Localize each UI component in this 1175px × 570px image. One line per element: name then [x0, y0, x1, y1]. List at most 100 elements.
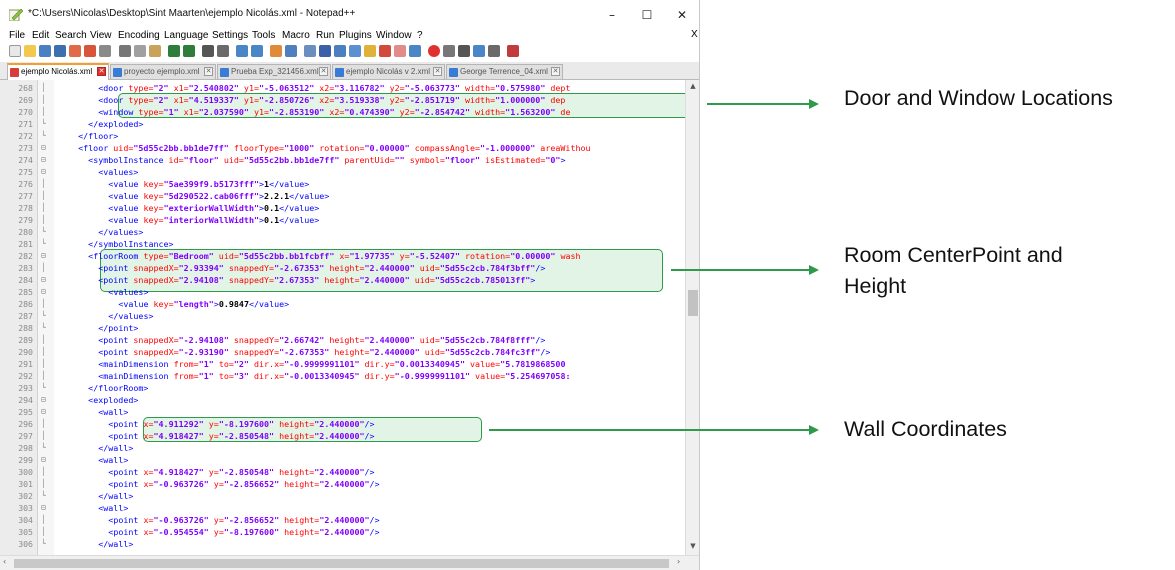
horizontal-scrollbar[interactable]: ‹ ›: [0, 555, 699, 570]
fold-marker[interactable]: │: [41, 262, 46, 274]
monitoring-icon[interactable]: [409, 45, 421, 57]
code-line[interactable]: <point x="4.918427" y="-2.850548" height…: [108, 466, 374, 478]
menu-language[interactable]: Language: [164, 30, 209, 41]
menu-edit[interactable]: Edit: [32, 30, 49, 41]
code-line[interactable]: <door type="2" x1="4.519337" y1="-2.8507…: [98, 94, 565, 106]
replace-icon[interactable]: [217, 45, 229, 57]
fold-marker[interactable]: │: [41, 526, 46, 538]
scroll-down-icon[interactable]: ▼: [686, 542, 699, 550]
menu-search[interactable]: Search: [55, 30, 87, 41]
code-line[interactable]: <floorRoom type="Bedroom" uid="5d55c2bb.…: [88, 250, 580, 262]
close-tab-icon[interactable]: ✕: [433, 67, 442, 76]
fold-marker[interactable]: └: [41, 130, 46, 142]
close-tab-icon[interactable]: ✕: [204, 67, 213, 76]
code-line[interactable]: <window type="1" x1="2.037590" y1="-2.85…: [98, 106, 570, 118]
fold-marker[interactable]: └: [41, 238, 46, 250]
fold-marker[interactable]: ⊟: [41, 142, 46, 154]
code-line[interactable]: </floor>: [78, 130, 118, 142]
fold-marker[interactable]: └: [41, 310, 46, 322]
spell-check-icon[interactable]: [507, 45, 519, 57]
code-line[interactable]: </floorRoom>: [88, 382, 148, 394]
paste-icon[interactable]: [149, 45, 161, 57]
fold-marker[interactable]: │: [41, 418, 46, 430]
tab-proyecto-ejemplo[interactable]: proyecto ejemplo.xml ✕: [110, 64, 216, 79]
menu-help[interactable]: ?: [417, 30, 423, 41]
code-line[interactable]: <point snappedX="-2.94108" snappedY="2.6…: [98, 334, 545, 346]
menu-plugins[interactable]: Plugins: [339, 30, 372, 41]
scroll-up-icon[interactable]: ▲: [686, 82, 699, 90]
fold-marker[interactable]: │: [41, 202, 46, 214]
fold-marker[interactable]: │: [41, 82, 46, 94]
fold-marker[interactable]: │: [41, 430, 46, 442]
scroll-right-icon[interactable]: ›: [677, 557, 680, 566]
open-file-icon[interactable]: [24, 45, 36, 57]
indent-guide-icon[interactable]: [334, 45, 346, 57]
fold-marker[interactable]: │: [41, 298, 46, 310]
tab-prueba-exp[interactable]: Prueba Exp_321456.xml ✕: [217, 64, 331, 79]
record-macro-icon[interactable]: [428, 45, 440, 57]
play-macro-icon[interactable]: [458, 45, 470, 57]
fold-marker[interactable]: ⊟: [41, 250, 46, 262]
code-line[interactable]: <value key="5ae399f9.b5173fff">1</value>: [108, 178, 309, 190]
code-line[interactable]: </wall>: [98, 442, 133, 454]
code-line[interactable]: <value key="5d290522.cab06fff">2.2.1</va…: [108, 190, 329, 202]
menu-view[interactable]: View: [90, 30, 112, 41]
fold-marker[interactable]: ⊟: [41, 274, 46, 286]
folder-workspace-icon[interactable]: [394, 45, 406, 57]
code-line[interactable]: <symbolInstance id="floor" uid="5d55c2bb…: [88, 154, 565, 166]
user-language-icon[interactable]: [349, 45, 361, 57]
fold-marker[interactable]: ⊟: [41, 154, 46, 166]
fold-marker[interactable]: └: [41, 490, 46, 502]
save-all-icon[interactable]: [54, 45, 66, 57]
document-close-x[interactable]: X: [691, 29, 698, 40]
save-macro-icon[interactable]: [488, 45, 500, 57]
code-line[interactable]: <floor uid="5d55c2bb.bb1de7ff" floorType…: [78, 142, 590, 154]
code-line[interactable]: </wall>: [98, 490, 133, 502]
new-file-icon[interactable]: [9, 45, 21, 57]
fold-marker[interactable]: │: [41, 334, 46, 346]
fold-marker[interactable]: │: [41, 94, 46, 106]
code-line[interactable]: <values>: [108, 286, 148, 298]
fold-marker[interactable]: │: [41, 358, 46, 370]
close-tab-icon[interactable]: ✕: [551, 67, 560, 76]
scroll-left-icon[interactable]: ‹: [3, 557, 6, 566]
tab-ejemplo-nicolas-v2[interactable]: ejemplo Nicolás v 2.xml ✕: [332, 64, 445, 79]
fold-marker[interactable]: └: [41, 538, 46, 550]
code-line[interactable]: <point snappedX="2.94108" snappedY="2.67…: [98, 274, 535, 286]
fold-marker[interactable]: ⊟: [41, 454, 46, 466]
fold-marker[interactable]: │: [41, 478, 46, 490]
code-line[interactable]: <value key="exteriorWallWidth">0.1</valu…: [108, 202, 319, 214]
zoom-in-icon[interactable]: [236, 45, 248, 57]
fold-marker[interactable]: └: [41, 226, 46, 238]
code-line[interactable]: </wall>: [98, 538, 133, 550]
fold-marker[interactable]: │: [41, 514, 46, 526]
maximize-button[interactable]: ☐: [629, 4, 665, 26]
code-line[interactable]: <point x="-0.963726" y="-2.856652" heigh…: [108, 514, 379, 526]
close-tab-icon[interactable]: ✕: [319, 67, 328, 76]
copy-icon[interactable]: [134, 45, 146, 57]
fold-marker[interactable]: │: [41, 466, 46, 478]
close-tab-icon[interactable]: ✕: [97, 67, 106, 76]
close-button[interactable]: ✕: [664, 4, 699, 26]
save-icon[interactable]: [39, 45, 51, 57]
find-icon[interactable]: [202, 45, 214, 57]
code-line[interactable]: <mainDimension from="1" to="2" dir.x="-0…: [98, 358, 565, 370]
run-macro-multiple-icon[interactable]: [473, 45, 485, 57]
menu-file[interactable]: File: [9, 30, 25, 41]
code-line[interactable]: <value key="length">0.9847</value>: [118, 298, 289, 310]
vertical-scroll-thumb[interactable]: [688, 290, 698, 316]
menu-tools[interactable]: Tools: [252, 30, 275, 41]
cut-icon[interactable]: [119, 45, 131, 57]
fold-marker[interactable]: ⊟: [41, 166, 46, 178]
code-line[interactable]: <wall>: [98, 406, 128, 418]
close-all-icon[interactable]: [84, 45, 96, 57]
code-line[interactable]: <point x="-0.963726" y="-2.856652" heigh…: [108, 478, 379, 490]
zoom-out-icon[interactable]: [251, 45, 263, 57]
fold-marker[interactable]: └: [41, 322, 46, 334]
minimize-button[interactable]: –: [594, 4, 630, 26]
document-map-icon[interactable]: [364, 45, 376, 57]
fold-marker[interactable]: │: [41, 370, 46, 382]
fold-marker[interactable]: └: [41, 382, 46, 394]
code-line[interactable]: <point x="4.918427" y="-2.850548" height…: [108, 430, 374, 442]
sync-horizontal-icon[interactable]: [285, 45, 297, 57]
